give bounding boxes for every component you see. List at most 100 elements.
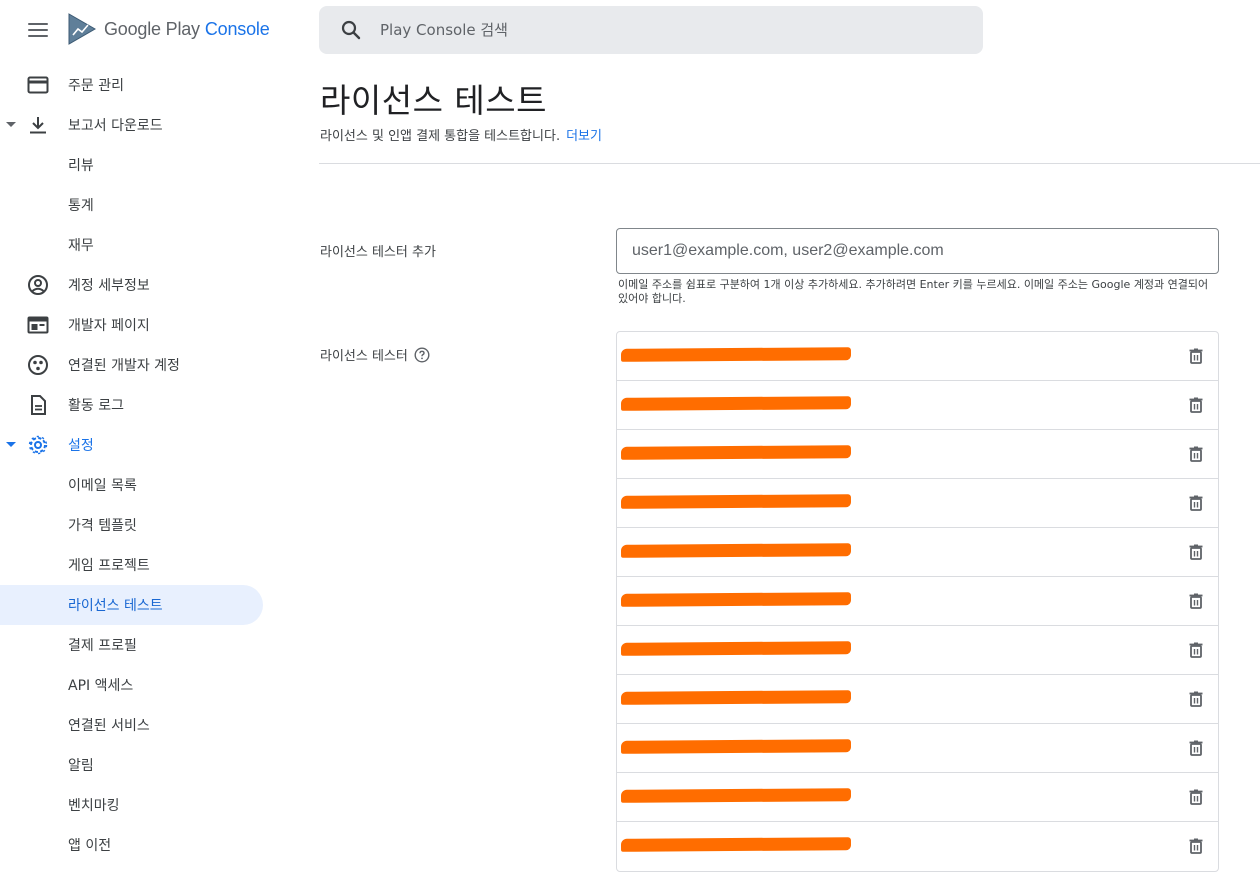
sidebar-item-label: 연결된 개발자 계정 — [68, 358, 180, 374]
tester-row — [617, 577, 1218, 626]
sidebar-item-activity-log[interactable]: 활동 로그 — [0, 385, 263, 425]
add-tester-hint: 이메일 주소를 쉼표로 구분하여 1개 이상 추가하세요. 추가하려면 Ente… — [618, 278, 1209, 305]
sidebar-item-label: 보고서 다운로드 — [68, 118, 163, 134]
add-tester-input[interactable] — [616, 228, 1219, 274]
tester-row — [617, 430, 1218, 479]
license-testers-list — [616, 331, 1219, 872]
sidebar-item-settings[interactable]: 설정 — [0, 425, 263, 465]
search-input[interactable] — [380, 21, 940, 39]
delete-icon[interactable] — [1186, 689, 1206, 709]
delete-icon[interactable] — [1186, 346, 1206, 366]
tester-row — [617, 626, 1218, 675]
sidebar-item-license-testing[interactable]: 라이선스 테스트 — [0, 585, 263, 625]
web-page-icon — [27, 316, 49, 334]
sidebar-item-app-transfer[interactable]: 앱 이전 — [0, 825, 263, 865]
delete-icon[interactable] — [1186, 640, 1206, 660]
delete-icon[interactable] — [1186, 738, 1206, 758]
tester-row — [617, 724, 1218, 773]
tester-row — [617, 675, 1218, 724]
delete-icon[interactable] — [1186, 395, 1206, 415]
search-icon — [341, 20, 361, 40]
account-circle-icon — [28, 275, 48, 295]
testers-label: 라이선스 테스터 — [320, 345, 430, 364]
main-menu-button[interactable] — [24, 16, 52, 44]
sidebar-item-statistics[interactable]: 통계 — [0, 185, 263, 225]
delete-icon[interactable] — [1186, 542, 1206, 562]
tester-row — [617, 332, 1218, 381]
play-console-logo-icon — [68, 13, 96, 45]
delete-icon[interactable] — [1186, 493, 1206, 513]
sidebar-item-orders[interactable]: 주문 관리 — [0, 65, 263, 105]
sidebar-item-linked-services[interactable]: 연결된 서비스 — [0, 705, 263, 745]
brand-console: Console — [204, 18, 270, 39]
brand-google: Google Play — [104, 18, 200, 39]
menu-bar — [28, 29, 48, 31]
sidebar-item-reviews[interactable]: 리뷰 — [0, 145, 263, 185]
sidebar-item-label: 앱 이전 — [68, 838, 112, 854]
sidebar-item-developer-page[interactable]: 개발자 페이지 — [0, 305, 263, 345]
sidebar-item-game-projects[interactable]: 게임 프로젝트 — [0, 545, 263, 585]
page-description: 라이선스 및 인앱 결제 통합을 테스트합니다. — [320, 129, 561, 144]
sidebar-item-account-details[interactable]: 계정 세부정보 — [0, 265, 263, 305]
learn-more-link[interactable]: 더보기 — [566, 129, 602, 144]
sidebar-item-benchmarking[interactable]: 벤치마킹 — [0, 785, 263, 825]
add-tester-label-text: 라이선스 테스터 추가 — [320, 245, 436, 260]
sidebar-item-label: 이메일 목록 — [68, 478, 137, 494]
sidebar-item-label: 설정 — [68, 438, 94, 454]
delete-icon[interactable] — [1186, 591, 1206, 611]
divider — [319, 163, 1260, 164]
sidebar-item-label: 게임 프로젝트 — [68, 558, 150, 574]
download-icon — [30, 117, 46, 134]
help-icon[interactable] — [414, 346, 430, 363]
delete-icon[interactable] — [1186, 787, 1206, 807]
sidebar-item-api-access[interactable]: API 액세스 — [0, 665, 263, 705]
tester-row — [617, 381, 1218, 430]
delete-icon[interactable] — [1186, 836, 1206, 856]
sidebar-item-label: 통계 — [68, 198, 94, 214]
sidebar-item-label: 알림 — [68, 758, 94, 774]
tester-row — [617, 528, 1218, 577]
testers-label-text: 라이선스 테스터 — [320, 349, 408, 364]
menu-bar — [28, 35, 48, 37]
redaction-mark — [620, 445, 852, 460]
sidebar-item-label: 주문 관리 — [68, 78, 124, 94]
redaction-mark — [620, 543, 852, 558]
chevron-down-icon[interactable] — [6, 442, 16, 447]
sidebar-item-label: 가격 템플릿 — [68, 518, 137, 534]
brand[interactable]: Google Play Console — [68, 12, 270, 46]
redaction-mark — [620, 788, 852, 803]
sidebar-item-label: 활동 로그 — [68, 398, 124, 414]
redaction-mark — [620, 396, 852, 411]
redaction-mark — [620, 494, 852, 509]
search-bar[interactable] — [319, 6, 983, 54]
sidebar-item-label: 계정 세부정보 — [68, 278, 150, 294]
sidebar-item-label: 재무 — [68, 238, 94, 254]
sidebar-item-finance[interactable]: 재무 — [0, 225, 263, 265]
document-icon — [31, 395, 46, 415]
sidebar-item-email-lists[interactable]: 이메일 목록 — [0, 465, 263, 505]
sidebar-item-label: API 액세스 — [68, 678, 134, 694]
redaction-mark — [620, 592, 852, 607]
page-title: 라이선스 테스트 — [320, 81, 548, 120]
tester-row — [617, 822, 1218, 871]
redaction-mark — [620, 641, 852, 656]
redaction-mark — [620, 837, 852, 852]
sidebar-item-download-reports[interactable]: 보고서 다운로드 — [0, 105, 263, 145]
sidebar-item-label: 라이선스 테스트 — [68, 598, 163, 614]
sidebar-item-label: 연결된 서비스 — [68, 718, 150, 734]
redaction-mark — [620, 690, 852, 705]
sidebar-item-label: 벤치마킹 — [68, 798, 120, 814]
gear-icon — [28, 435, 48, 455]
brand-name: Google Play Console — [104, 19, 270, 40]
delete-icon[interactable] — [1186, 444, 1206, 464]
sidebar-item-payments-profile[interactable]: 결제 프로필 — [0, 625, 263, 665]
sidebar-item-linked-developer-accounts[interactable]: 연결된 개발자 계정 — [0, 345, 263, 385]
menu-bar — [28, 23, 48, 25]
linked-accounts-icon — [28, 355, 48, 375]
sidebar-item-pricing-templates[interactable]: 가격 템플릿 — [0, 505, 263, 545]
chevron-down-icon[interactable] — [6, 122, 16, 127]
redaction-mark — [620, 347, 852, 362]
sidebar-item-notifications[interactable]: 알림 — [0, 745, 263, 785]
add-tester-label: 라이선스 테스터 추가 — [320, 241, 436, 260]
sidebar-item-label: 개발자 페이지 — [68, 318, 150, 334]
